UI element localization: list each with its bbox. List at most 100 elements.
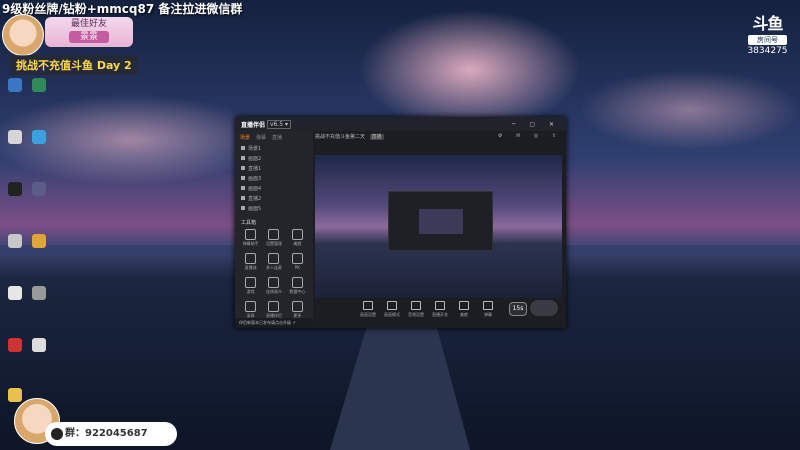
panel-tabs: 场景 弹幕 直播 xyxy=(235,131,313,144)
scene-item[interactable]: 直播2 xyxy=(235,194,313,204)
tool-icon xyxy=(291,253,303,264)
app-brand: 直播伴侣 xyxy=(241,121,266,129)
scene-label: 直播2 xyxy=(248,196,262,202)
desktop-icon[interactable] xyxy=(4,130,26,145)
window-titlebar: 直播伴侣 v6.5 ▾ ─ ▢ ✕ xyxy=(235,117,566,131)
nested-preview xyxy=(419,209,463,234)
tool-label: 数据中心 xyxy=(289,289,306,294)
bottom-button[interactable]: 直播开关 xyxy=(431,301,449,318)
update-notice[interactable]: 伴侣新版本已发布请点击升级 ↗ xyxy=(235,318,313,328)
tab-scenes[interactable]: 场景 xyxy=(240,134,250,141)
tool-button[interactable]: 弹幕助手 xyxy=(239,229,262,247)
tool-button[interactable]: 更多 xyxy=(286,301,309,319)
desktop-icon[interactable] xyxy=(4,388,26,403)
window-controls[interactable]: ─ ▢ ✕ xyxy=(512,121,560,128)
eye-icon xyxy=(241,146,245,150)
desktop-icon[interactable] xyxy=(28,234,50,249)
bottom-button[interactable]: 美颜 xyxy=(455,301,473,318)
scene-item[interactable]: 直播1 xyxy=(235,164,313,174)
streamer-avatar xyxy=(2,14,44,56)
eye-icon xyxy=(241,156,245,160)
desktop-icon[interactable] xyxy=(28,182,50,197)
scene-item[interactable]: 画面5 xyxy=(235,204,313,214)
qq-number: 922045687 xyxy=(85,428,148,439)
bottom-button-label: 美颜 xyxy=(460,312,468,317)
tool-button[interactable]: 直播流 xyxy=(239,253,262,271)
bottom-button-label: 音频设置 xyxy=(408,312,424,317)
scene-item[interactable]: 画面4 xyxy=(235,184,313,194)
tool-label: 直播流 xyxy=(244,265,257,270)
bottom-button-label: 画面设置 xyxy=(360,312,376,317)
app-icon xyxy=(8,182,22,196)
toolbar-icons[interactable]: ⚙ ✉ ◎ ⇪ xyxy=(498,133,562,139)
desktop-icon[interactable] xyxy=(4,182,26,197)
tool-icon xyxy=(291,277,303,288)
desktop-icon[interactable] xyxy=(4,78,26,93)
room-title[interactable]: 挑战不充值斗鱼第二天 xyxy=(315,134,365,140)
desktop-icon[interactable] xyxy=(28,130,50,145)
tab-live[interactable]: 直播 xyxy=(272,134,282,141)
scene-item[interactable]: 画面2 xyxy=(235,154,313,164)
tab-danmu[interactable]: 弹幕 xyxy=(256,134,266,141)
desktop-icon[interactable] xyxy=(4,338,26,353)
tool-icon xyxy=(245,301,257,312)
room-tag: 直播 xyxy=(369,134,384,140)
tool-icon xyxy=(291,229,303,240)
desktop-icon[interactable] xyxy=(28,338,50,353)
best-friend-ribbon: 最佳好友 景景 xyxy=(45,17,133,47)
tool-icon xyxy=(245,277,257,288)
version-dropdown[interactable]: v6.5 ▾ xyxy=(266,119,291,129)
tool-label: 设置管理 xyxy=(265,241,282,246)
tool-button[interactable]: 直播伴侣 xyxy=(262,301,285,319)
app-icon xyxy=(32,234,46,248)
scene-label: 场景1 xyxy=(248,146,262,152)
tool-button[interactable]: 数据中心 xyxy=(286,277,309,295)
ribbon-name: 景景 xyxy=(69,31,109,43)
scene-item[interactable]: 场景1 xyxy=(235,144,313,154)
bottom-button[interactable]: 画面设置 xyxy=(359,301,377,318)
streaming-app-window[interactable]: 直播伴侣 v6.5 ▾ ─ ▢ ✕ 场景 弹幕 直播 场景1 画面2 直播1 画… xyxy=(235,117,566,328)
app-icon xyxy=(8,286,22,300)
toolbox-grid: 弹幕助手 设置管理 美颜 直播流 多人连麦 PK 游戏 连线观众 数据中心 录屏… xyxy=(235,229,313,319)
app-icon xyxy=(8,234,22,248)
desktop-icon[interactable] xyxy=(4,286,26,301)
tool-button[interactable]: PK xyxy=(286,253,309,271)
desktop-icon[interactable] xyxy=(4,234,26,249)
challenge-title: 挑战不充值斗鱼 Day 2 xyxy=(10,55,138,75)
tool-button[interactable]: 设置管理 xyxy=(262,229,285,247)
bottom-button[interactable]: 音频设置 xyxy=(407,301,425,318)
eye-icon xyxy=(241,196,245,200)
go-live-button[interactable] xyxy=(530,300,558,316)
eye-icon xyxy=(241,186,245,190)
app-icon xyxy=(32,130,46,144)
tool-button[interactable]: 多人连麦 xyxy=(262,253,285,271)
camera-icon xyxy=(387,301,397,310)
tool-button[interactable]: 连线观众 xyxy=(262,277,285,295)
stream-preview[interactable] xyxy=(315,155,562,298)
tool-button[interactable]: 游戏 xyxy=(239,277,262,295)
bottom-button[interactable]: 画面模式 xyxy=(383,301,401,318)
ribbon-title: 最佳好友 xyxy=(70,19,107,29)
scene-item[interactable]: 画面3 xyxy=(235,174,313,184)
timer-badge: 15s xyxy=(509,302,527,316)
bottom-button[interactable]: 弹幕 xyxy=(479,301,497,318)
tool-button[interactable]: 录屏 xyxy=(239,301,262,319)
audio-icon xyxy=(411,301,421,310)
danmu-icon xyxy=(483,301,493,310)
bottom-button-label: 画面模式 xyxy=(384,312,400,317)
desktop-icon[interactable] xyxy=(28,286,50,301)
tool-button[interactable]: 美颜 xyxy=(286,229,309,247)
douyu-logo-mark-icon: 斗鱼 xyxy=(752,14,783,33)
tool-icon xyxy=(245,253,257,264)
tool-label: 多人连麦 xyxy=(265,265,282,270)
eye-icon xyxy=(241,166,245,170)
room-header: 挑战不充值斗鱼第二天 直播 ⚙ ✉ ◎ ⇪ xyxy=(315,133,562,153)
desktop-icon[interactable] xyxy=(28,78,50,93)
app-icon xyxy=(32,78,46,92)
nested-window-preview xyxy=(388,191,493,251)
scene-panel: 场景 弹幕 直播 场景1 画面2 直播1 画面3 画面4 直播2 画面5 工具箱… xyxy=(235,131,313,328)
eye-icon xyxy=(241,206,245,210)
app-icon xyxy=(32,286,46,300)
play-icon xyxy=(435,301,445,310)
app-icon xyxy=(8,78,22,92)
